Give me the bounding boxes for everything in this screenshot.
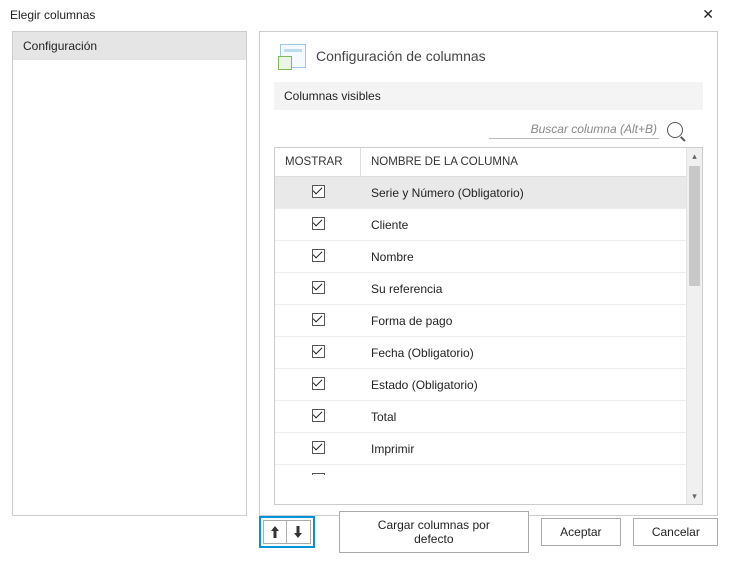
show-checkbox[interactable] [312, 473, 325, 476]
move-up-button[interactable] [263, 520, 287, 544]
scroll-up-icon[interactable]: ▴ [687, 148, 702, 164]
column-name-cell: Forma de pago [361, 314, 686, 328]
cancel-button[interactable]: Cancelar [633, 518, 718, 546]
column-name-cell: Cliente [361, 218, 686, 232]
column-name-cell: Fecha (Obligatorio) [361, 346, 686, 360]
table-row[interactable]: Serie y Número (Obligatorio) [275, 177, 686, 209]
show-checkbox[interactable] [312, 377, 325, 390]
reorder-buttons [259, 516, 315, 548]
column-name-cell: Nombre [361, 250, 686, 264]
show-checkbox[interactable] [312, 409, 325, 422]
titlebar: Elegir columnas ✕ [0, 0, 730, 31]
search-icon[interactable] [667, 122, 683, 138]
window-title: Elegir columnas [10, 8, 95, 22]
show-checkbox[interactable] [312, 345, 325, 358]
column-name-cell: Su referencia [361, 282, 686, 296]
table-row[interactable]: Cliente [275, 209, 686, 241]
move-down-button[interactable] [287, 520, 311, 544]
column-name-cell: Total [361, 410, 686, 424]
table-row[interactable]: Fecha (Obligatorio) [275, 337, 686, 369]
table-row[interactable]: Estado (Obligatorio) [275, 369, 686, 401]
sidebar: Configuración [12, 31, 247, 516]
visible-columns-header: Columnas visibles [274, 82, 703, 110]
show-checkbox[interactable] [312, 249, 325, 262]
column-name-cell: Imprimir [361, 442, 686, 456]
show-checkbox[interactable] [312, 313, 325, 326]
header-show[interactable]: MOSTRAR [275, 148, 361, 176]
close-icon[interactable]: ✕ [696, 4, 720, 25]
table-row[interactable]: Total [275, 401, 686, 433]
table-row[interactable]: Su referencia [275, 273, 686, 305]
show-checkbox[interactable] [312, 185, 325, 198]
vertical-scrollbar[interactable]: ▴ ▾ [686, 148, 702, 504]
column-name-cell: Serie y Número (Obligatorio) [361, 186, 686, 200]
search-input[interactable] [489, 120, 659, 139]
table-row[interactable]: Forma de pago [275, 305, 686, 337]
accept-button[interactable]: Aceptar [541, 518, 621, 546]
load-defaults-button[interactable]: Cargar columnas por defecto [339, 511, 529, 553]
scroll-thumb[interactable] [689, 166, 700, 286]
columns-table: MOSTRAR NOMBRE DE LA COLUMNA Serie y Núm… [274, 147, 703, 505]
table-row[interactable]: Fecha vto. [275, 465, 686, 475]
header-name[interactable]: NOMBRE DE LA COLUMNA [361, 148, 686, 176]
show-checkbox[interactable] [312, 217, 325, 230]
column-name-cell: Estado (Obligatorio) [361, 378, 686, 392]
table-row[interactable]: Imprimir [275, 433, 686, 465]
section-title: Configuración de columnas [316, 48, 486, 64]
column-name-cell: Fecha vto. [361, 474, 686, 476]
columns-config-icon [280, 44, 306, 68]
footer: Cargar columnas por defecto Aceptar Canc… [0, 501, 730, 565]
table-row[interactable]: Nombre [275, 241, 686, 273]
arrow-up-icon [270, 525, 280, 539]
sidebar-item-configuracion[interactable]: Configuración [13, 32, 246, 60]
show-checkbox[interactable] [312, 281, 325, 294]
show-checkbox[interactable] [312, 441, 325, 454]
arrow-down-icon [293, 525, 303, 539]
main-panel: Configuración de columnas Columnas visib… [259, 31, 718, 516]
